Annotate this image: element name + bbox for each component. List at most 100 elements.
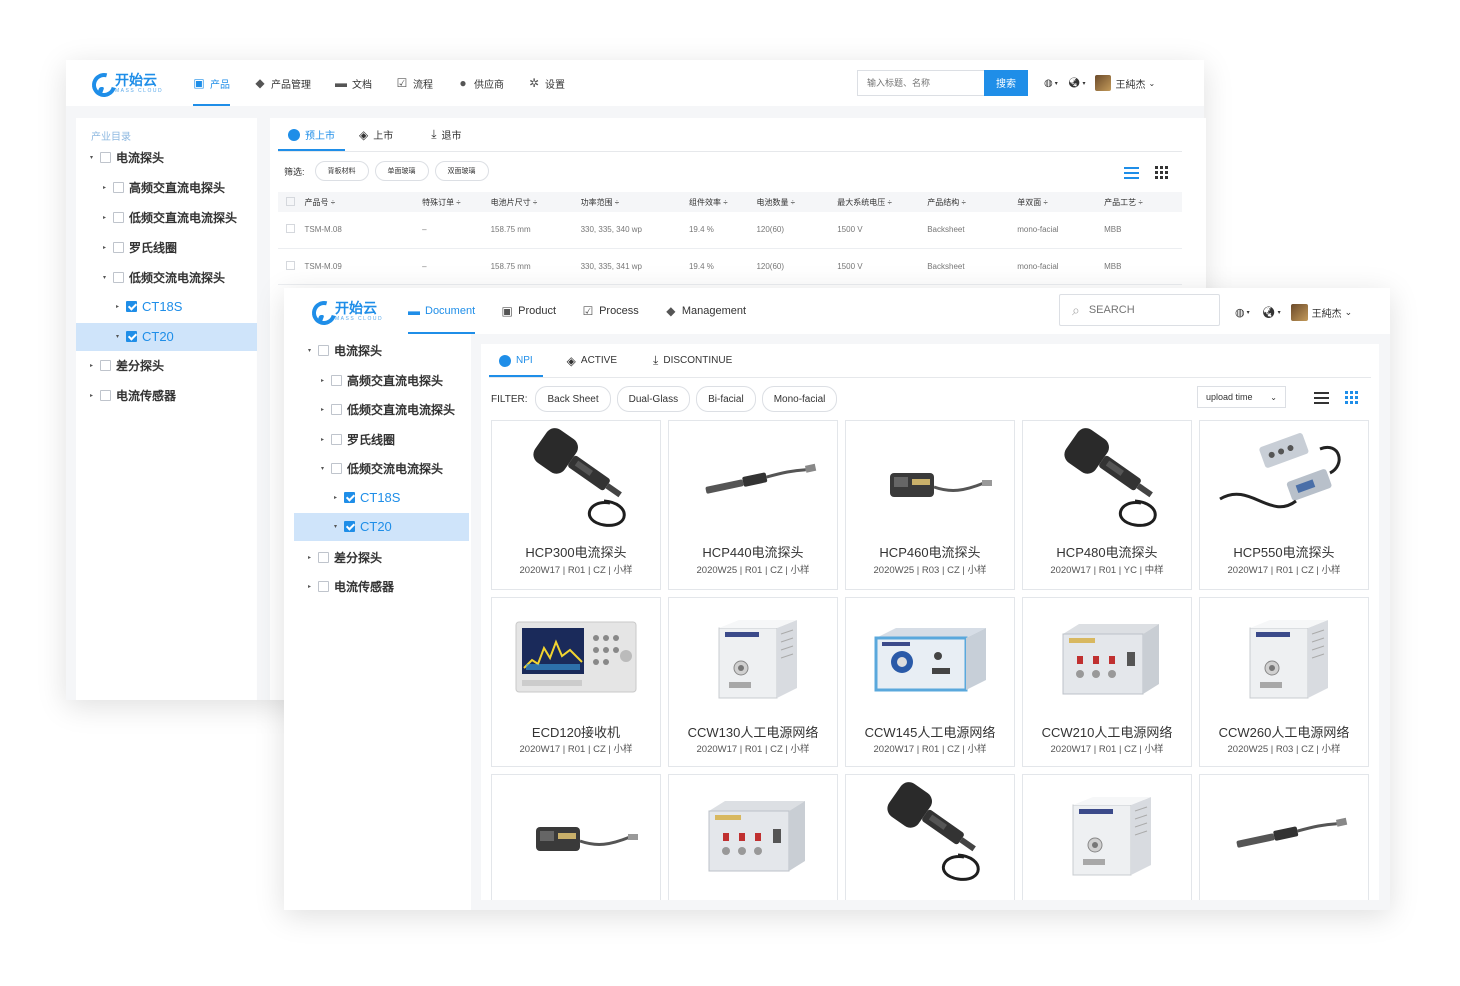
product-card[interactable]: ECD120接收机 2020W17 | R01 | CZ | 小样: [491, 597, 661, 767]
caret-right-icon[interactable]: ▸: [308, 583, 318, 590]
back-search-input[interactable]: [858, 71, 984, 95]
filter-chip[interactable]: 单面玻璃: [374, 161, 429, 181]
nav-item-3[interactable]: ◆ Management: [665, 288, 746, 334]
product-card[interactable]: CCW145人工电源网络 2020W17 | R01 | CZ | 小样: [845, 597, 1015, 767]
tree-node[interactable]: ▸ 罗氏线圈: [103, 239, 177, 256]
caret-down-icon[interactable]: ▾: [334, 523, 344, 530]
column-header[interactable]: 特殊订单 ÷: [418, 192, 487, 212]
tree-node[interactable]: ▸ 电流传感器: [90, 387, 176, 404]
caret-right-icon[interactable]: ▸: [308, 554, 318, 561]
column-header[interactable]: 电池片尺寸 ÷: [486, 192, 577, 212]
product-card[interactable]: [491, 774, 661, 900]
row-checkbox[interactable]: [286, 260, 295, 270]
list-view-icon[interactable]: [1124, 166, 1139, 179]
column-header[interactable]: 最大系统电压 ÷: [833, 192, 924, 212]
tree-node[interactable]: ▸ 差分探头: [90, 357, 164, 374]
tree-checkbox[interactable]: [318, 581, 329, 592]
row-checkbox[interactable]: [286, 224, 295, 234]
nav-item-5[interactable]: ✲ 设置: [528, 60, 565, 106]
region-globe-icon[interactable]: 🌏︎ ▾: [1068, 78, 1086, 89]
tree-checkbox[interactable]: [331, 433, 342, 445]
grid-view-icon[interactable]: [1345, 391, 1358, 404]
tree-checkbox[interactable]: [344, 491, 355, 503]
caret-right-icon[interactable]: ▸: [103, 184, 113, 191]
tree-node[interactable]: ▸ 差分探头: [308, 549, 382, 566]
tree-checkbox[interactable]: [318, 551, 329, 563]
product-card[interactable]: [668, 774, 838, 900]
tree-checkbox[interactable]: [318, 345, 329, 356]
product-card[interactable]: HCP300电流探头 2020W17 | R01 | CZ | 小样: [491, 420, 661, 590]
tree-checkbox[interactable]: [344, 521, 355, 532]
product-card[interactable]: [845, 774, 1015, 900]
caret-right-icon[interactable]: ▸: [103, 214, 113, 221]
tree-node[interactable]: ▸ CT18S: [334, 490, 400, 505]
status-tab[interactable]: ◈ ACTIVE: [557, 344, 627, 377]
status-tab[interactable]: NPI: [489, 344, 543, 377]
nav-item-2[interactable]: ▬ 文档: [335, 60, 372, 106]
caret-right-icon[interactable]: ▸: [116, 303, 126, 310]
product-card[interactable]: HCP460电流探头 2020W25 | R03 | CZ | 小样: [845, 420, 1015, 590]
caret-down-icon[interactable]: ▾: [308, 347, 318, 354]
column-header[interactable]: 组件效率 ÷: [684, 192, 753, 212]
front-user-menu[interactable]: 王純杰 ⌄: [1290, 303, 1352, 321]
tree-node[interactable]: ▸ 高频交直流电探头: [103, 179, 225, 196]
column-header[interactable]: 电池数量 ÷: [752, 192, 834, 212]
tree-node[interactable]: ▾ 低频交流电流探头: [321, 460, 443, 477]
caret-down-icon[interactable]: ▾: [90, 154, 100, 161]
nav-item-0[interactable]: ▣ 产品: [193, 60, 230, 106]
tree-node[interactable]: ▸ 罗氏线圈: [321, 431, 395, 448]
caret-down-icon[interactable]: ▾: [116, 333, 126, 340]
product-card[interactable]: HCP550电流探头 2020W17 | R01 | CZ | 小样: [1199, 420, 1369, 590]
nav-item-2[interactable]: ☑ Process: [582, 288, 639, 334]
tree-node[interactable]: ▸ 电流传感器: [308, 578, 394, 595]
tree-checkbox[interactable]: [113, 182, 124, 193]
nav-item-1[interactable]: ◆ 产品管理: [254, 60, 311, 106]
tree-node[interactable]: ▾ 电流探头: [90, 149, 164, 166]
tree-node[interactable]: ▾ 电流探头: [308, 342, 382, 359]
tree-checkbox[interactable]: [331, 404, 342, 415]
caret-right-icon[interactable]: ▸: [321, 436, 331, 443]
select-all-checkbox[interactable]: [286, 196, 295, 206]
tree-checkbox[interactable]: [100, 390, 111, 401]
product-card[interactable]: CCW260人工电源网络 2020W25 | R03 | CZ | 小样: [1199, 597, 1369, 767]
front-search-input[interactable]: [1079, 296, 1200, 324]
tree-node[interactable]: ▸ CT18S: [116, 299, 182, 314]
product-card[interactable]: [1199, 774, 1369, 900]
language-globe-icon[interactable]: ◍ ▾: [1044, 78, 1058, 89]
tree-checkbox[interactable]: [113, 212, 124, 223]
filter-chip[interactable]: Dual-Glass: [616, 386, 691, 412]
tree-node[interactable]: ▸ 低频交直流电流探头: [321, 401, 455, 418]
column-header[interactable]: 单双面 ÷: [1013, 192, 1101, 212]
caret-right-icon[interactable]: ▸: [321, 377, 331, 384]
back-logo[interactable]: 开始云 MASS CLOUD: [90, 71, 163, 95]
product-card[interactable]: CCW130人工电源网络 2020W17 | R01 | CZ | 小样: [668, 597, 838, 767]
nav-item-1[interactable]: ▣ Product: [501, 288, 556, 334]
filter-chip[interactable]: Back Sheet: [535, 386, 611, 412]
back-user-menu[interactable]: 王純杰 ⌄: [1095, 75, 1155, 91]
status-tab[interactable]: ◈ 上市: [349, 118, 403, 151]
column-header[interactable]: 产品号 ÷: [300, 192, 419, 212]
nav-item-4[interactable]: ● 供应商: [457, 60, 504, 106]
front-logo[interactable]: 开始云 MASS CLOUD: [310, 299, 383, 323]
caret-right-icon[interactable]: ▸: [90, 362, 100, 369]
language-globe-icon[interactable]: ◍ ▾: [1235, 306, 1250, 319]
status-tab[interactable]: ⤓ 退市: [421, 118, 471, 151]
list-view-icon[interactable]: [1314, 391, 1329, 404]
tree-node[interactable]: ▾ 低频交流电流探头: [103, 269, 225, 286]
product-card[interactable]: HCP440电流探头 2020W25 | R01 | CZ | 小样: [668, 420, 838, 590]
column-header[interactable]: 产品工艺 ÷: [1100, 192, 1182, 212]
nav-item-3[interactable]: ☑ 流程: [396, 60, 433, 106]
column-header[interactable]: 产品结构 ÷: [923, 192, 1014, 212]
tree-node[interactable]: ▾ CT20: [116, 329, 174, 344]
status-tab[interactable]: ⤓ DISCONTINUE: [643, 344, 742, 377]
tree-checkbox[interactable]: [331, 374, 342, 386]
grid-view-icon[interactable]: [1155, 166, 1168, 179]
tree-checkbox[interactable]: [100, 360, 111, 371]
caret-down-icon[interactable]: ▾: [321, 465, 331, 472]
filter-chip[interactable]: Bi-facial: [696, 386, 756, 412]
filter-chip[interactable]: Mono-facial: [761, 386, 838, 412]
tree-checkbox[interactable]: [126, 301, 137, 312]
product-card[interactable]: CCW210人工电源网络 2020W17 | R01 | CZ | 小样: [1022, 597, 1192, 767]
tree-checkbox[interactable]: [126, 331, 137, 342]
tree-node[interactable]: ▾ CT20: [334, 519, 392, 534]
